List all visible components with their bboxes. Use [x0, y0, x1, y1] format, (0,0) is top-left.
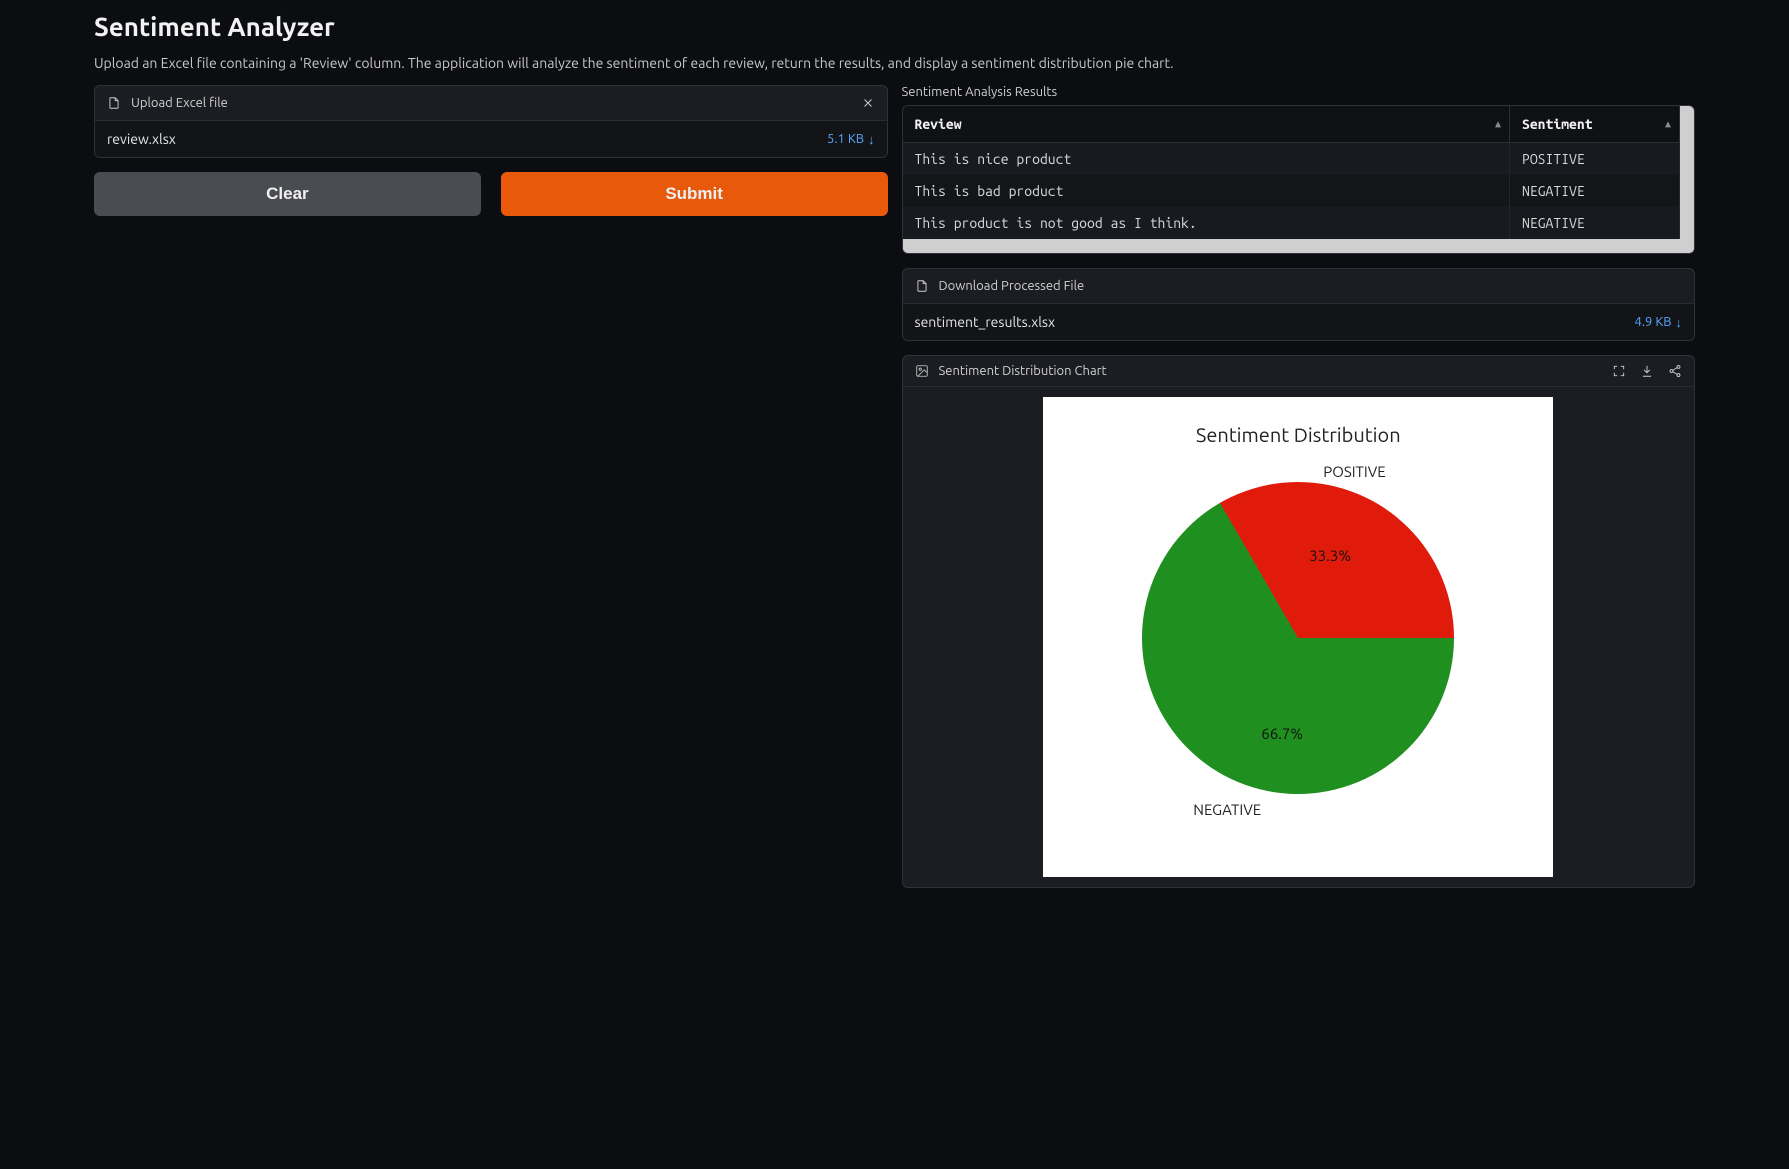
sort-icon: ▲ — [1665, 118, 1671, 130]
uploaded-file-download[interactable]: 5.1 KB ↓ — [827, 132, 875, 147]
download-file-link[interactable]: 4.9 KB ↓ — [1634, 315, 1682, 330]
fullscreen-icon[interactable] — [1610, 362, 1628, 380]
download-panel: Download Processed File sentiment_result… — [902, 268, 1696, 341]
column-header-sentiment[interactable]: Sentiment ▲ — [1510, 106, 1680, 143]
submit-button[interactable]: Submit — [501, 172, 888, 216]
cell-review: This is nice product — [903, 143, 1510, 176]
download-icon: ↓ — [868, 132, 875, 147]
download-icon: ↓ — [1676, 315, 1683, 330]
table-row: This is bad product NEGATIVE — [903, 175, 1680, 207]
download-image-icon[interactable] — [1638, 362, 1656, 380]
clear-button[interactable]: Clear — [94, 172, 481, 216]
table-row: This product is not good as I think. NEG… — [903, 207, 1680, 239]
results-label: Sentiment Analysis Results — [902, 85, 1696, 99]
slice-label-positive: 33.3% — [1309, 547, 1351, 564]
file-icon — [913, 277, 931, 295]
image-icon — [913, 362, 931, 380]
results-table-scroll[interactable]: Review ▲ Sentiment ▲ Th — [903, 106, 1695, 239]
column-header-review[interactable]: Review ▲ — [903, 106, 1510, 143]
download-file-size: 4.9 KB — [1634, 315, 1671, 329]
category-label-negative: NEGATIVE — [1193, 801, 1261, 818]
upload-label: Upload Excel file — [131, 96, 228, 110]
share-icon[interactable] — [1666, 362, 1684, 380]
upload-panel: Upload Excel file review.xlsx 5.1 KB ↓ — [94, 85, 888, 158]
table-row: This is nice product POSITIVE — [903, 143, 1680, 176]
download-file-name: sentiment_results.xlsx — [915, 314, 1625, 330]
category-label-positive: POSITIVE — [1323, 463, 1385, 480]
chart-label: Sentiment Distribution Chart — [939, 364, 1107, 378]
results-table: Review ▲ Sentiment ▲ Th — [902, 105, 1696, 254]
pie-slices — [1142, 482, 1454, 794]
file-icon — [105, 94, 123, 112]
cell-sentiment: NEGATIVE — [1510, 207, 1680, 239]
cell-review: This is bad product — [903, 175, 1510, 207]
pie-chart: Sentiment Distribution 33.3% 66.7% POSIT… — [1043, 397, 1553, 877]
chart-panel: Sentiment Distribution Chart Sentim — [902, 355, 1696, 888]
uploaded-file-name: review.xlsx — [107, 131, 817, 147]
uploaded-file-size: 5.1 KB — [827, 132, 864, 146]
sort-icon: ▲ — [1495, 118, 1501, 130]
download-label: Download Processed File — [939, 279, 1085, 293]
page-subtitle: Upload an Excel file containing a 'Revie… — [94, 55, 1695, 71]
horizontal-scrollbar[interactable] — [903, 239, 1695, 253]
cell-sentiment: NEGATIVE — [1510, 175, 1680, 207]
slice-label-negative: 66.7% — [1261, 725, 1303, 742]
cell-sentiment: POSITIVE — [1510, 143, 1680, 176]
close-icon[interactable] — [859, 94, 877, 112]
chart-title: Sentiment Distribution — [1043, 423, 1553, 446]
page-title: Sentiment Analyzer — [94, 12, 1695, 41]
cell-review: This product is not good as I think. — [903, 207, 1510, 239]
